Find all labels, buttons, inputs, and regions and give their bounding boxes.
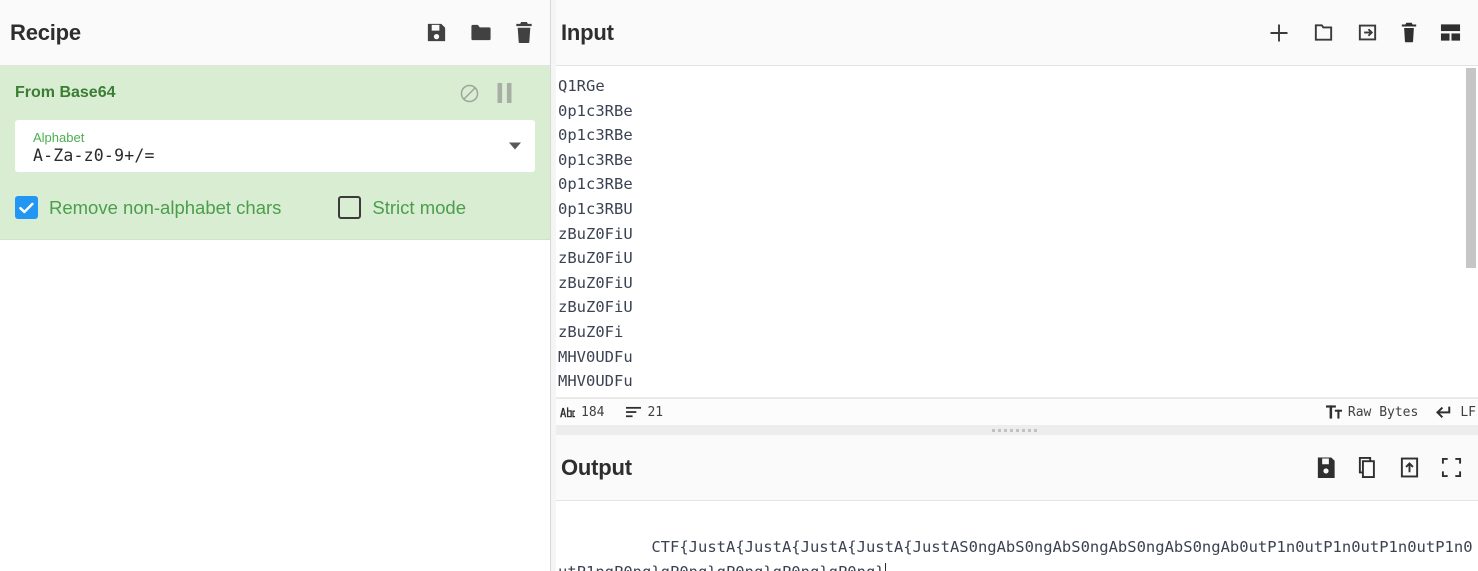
splitter-grip-icon[interactable] [992, 428, 1037, 432]
clear-input-icon[interactable] [1400, 21, 1418, 44]
recipe-title: Recipe [10, 19, 81, 45]
strict-mode-checkbox[interactable]: Strict mode [338, 196, 466, 219]
remove-non-alphabet-chars-checkbox[interactable]: Remove non-alphabet chars [15, 196, 281, 219]
output-text[interactable]: CTF{JustA{JustA{JustA{JustA{JustAS0ngAbS… [558, 538, 1473, 571]
remove-non-alphabet-chars-label: Remove non-alphabet chars [49, 196, 282, 218]
pane-divider[interactable] [551, 0, 556, 571]
operation-controls [459, 83, 535, 104]
cyberchef-app: Recipe From Base64 Alphabet A-Za-z0-9+/=… [0, 0, 1478, 571]
abc-characters-icon [560, 406, 575, 418]
checkbox-unchecked-icon[interactable] [338, 196, 362, 219]
lines-icon [626, 406, 642, 418]
input-lines-value: 21 [647, 404, 664, 420]
alphabet-argument[interactable]: Alphabet A-Za-z0-9+/= [15, 120, 535, 172]
output-editor[interactable]: CTF{JustA{JustA{JustA{JustA{JustAS0ngAbS… [551, 501, 1478, 571]
output-title-bar: Output [551, 435, 1478, 501]
add-input-tab-icon[interactable] [1267, 21, 1291, 45]
input-title: Input [561, 19, 614, 45]
io-pane: Input Q1RGe 0p1c3RBe 0p1c3RBe 0p1c3RBe 0… [551, 0, 1478, 571]
input-scrollbar-thumb[interactable] [1466, 68, 1476, 268]
strict-mode-label: Strict mode [372, 196, 466, 218]
input-section: Input Q1RGe 0p1c3RBe 0p1c3RBe 0p1c3RBe 0… [551, 0, 1478, 425]
input-text[interactable]: Q1RGe 0p1c3RBe 0p1c3RBe 0p1c3RBe 0p1c3RB… [551, 66, 1478, 397]
input-encoding-group[interactable]: Raw Bytes [1325, 405, 1418, 420]
input-toolbar [1267, 21, 1462, 45]
save-output-icon[interactable] [1316, 456, 1336, 479]
input-status-right: Raw Bytes LF [1308, 405, 1476, 420]
operation-checkboxes: Remove non-alphabet chars Strict mode [15, 196, 535, 219]
io-splitter[interactable] [551, 425, 1478, 435]
alphabet-value[interactable]: A-Za-z0-9+/= [33, 145, 521, 167]
chevron-down-icon[interactable] [509, 142, 521, 150]
maximise-output-icon[interactable] [1441, 457, 1462, 478]
replace-input-icon[interactable] [1399, 456, 1420, 479]
output-section: Output CTF{JustA{JustA{JustA{JustA{JustA… [551, 435, 1478, 571]
input-scrollbar[interactable] [1464, 66, 1478, 397]
open-file-icon[interactable] [1356, 21, 1379, 44]
line-return-icon [1436, 406, 1454, 419]
input-encoding-value[interactable]: Raw Bytes [1348, 405, 1418, 420]
input-line-ending-group[interactable]: LF [1436, 405, 1476, 420]
input-length-value: 184 [581, 404, 605, 420]
checkbox-checked-icon[interactable] [15, 196, 38, 219]
recipe-pane: Recipe From Base64 Alphabet A-Za-z0-9+/=… [0, 0, 551, 571]
operation-header: From Base64 [15, 80, 535, 106]
text-format-icon [1325, 405, 1342, 419]
reset-pane-layout-icon[interactable] [1439, 22, 1462, 43]
alphabet-label: Alphabet [33, 130, 85, 145]
operation-from-base64[interactable]: From Base64 Alphabet A-Za-z0-9+/= Remove… [0, 66, 550, 240]
save-recipe-icon[interactable] [425, 21, 448, 44]
operation-title: From Base64 [15, 84, 116, 101]
output-text-cursor [884, 563, 886, 571]
clear-recipe-icon[interactable] [514, 21, 534, 44]
recipe-title-bar: Recipe [0, 0, 550, 66]
input-title-bar: Input [551, 0, 1478, 66]
input-editor[interactable]: Q1RGe 0p1c3RBe 0p1c3RBe 0p1c3RBe 0p1c3RB… [551, 66, 1478, 398]
output-toolbar [1316, 456, 1462, 479]
output-title: Output [561, 454, 632, 480]
copy-output-icon[interactable] [1357, 456, 1378, 479]
input-status-bar: 184 21 Raw Bytes LF [551, 398, 1478, 425]
input-lines-group: 21 [626, 405, 663, 420]
input-length-group: 184 [560, 405, 604, 420]
load-recipe-icon[interactable] [469, 21, 493, 44]
pause-breakpoint-icon[interactable] [497, 83, 512, 103]
disable-operation-icon[interactable] [459, 83, 480, 104]
recipe-toolbar [425, 21, 534, 44]
input-line-ending-value[interactable]: LF [1460, 405, 1476, 420]
open-folder-icon[interactable] [1312, 21, 1335, 44]
